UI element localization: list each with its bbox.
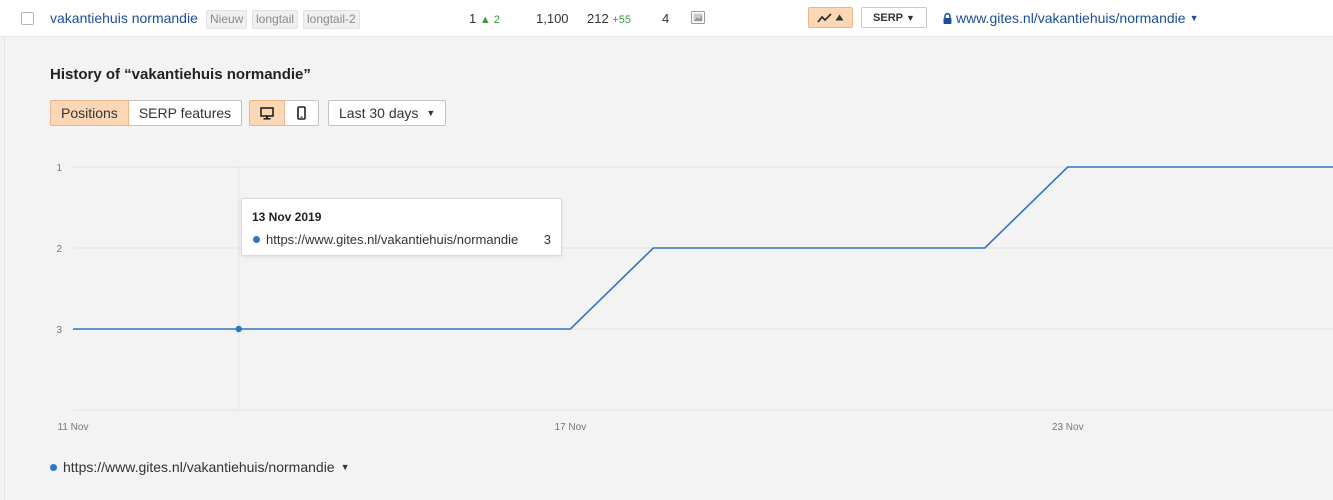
y-tick-label: 2 <box>56 244 62 255</box>
mobile-button[interactable] <box>285 100 319 126</box>
metric-toggle: Positions SERP features <box>50 100 243 126</box>
x-tick-label: 23 Nov <box>1052 422 1084 433</box>
serp-button[interactable]: SERP ▼ <box>861 7 927 28</box>
tag-nieuw[interactable]: Nieuw <box>206 10 248 29</box>
tab-positions[interactable]: Positions <box>50 100 129 126</box>
tooltip-url: https://www.gites.nl/vakantiehuis/norman… <box>266 232 519 247</box>
keyword-link[interactable]: vakantiehuis normandie <box>50 10 198 26</box>
serp-button-label: SERP <box>873 11 904 24</box>
serp-image-icon[interactable] <box>691 11 705 29</box>
position-change: ▲ 2 <box>479 14 500 26</box>
keyword-row: vakantiehuis normandie Nieuw longtail lo… <box>0 0 1333 37</box>
traffic-number: 212 <box>587 11 609 26</box>
caret-down-icon: ▼ <box>906 12 915 23</box>
x-tick-label: 17 Nov <box>555 422 587 433</box>
row-checkbox[interactable] <box>21 12 34 25</box>
trend-chart-icon <box>817 12 832 23</box>
date-range-select[interactable]: Last 30 days ▼ <box>328 100 447 126</box>
kd-value: 4 <box>662 11 670 26</box>
desktop-icon <box>260 106 274 120</box>
position-value: 1 ▲ 2 <box>469 11 500 26</box>
position-history-button[interactable] <box>808 7 853 28</box>
history-title: History of “vakantiehuis normandie” <box>50 66 311 83</box>
y-tick-label: 1 <box>56 163 62 174</box>
ranking-url-link[interactable]: www.gites.nl/vakantiehuis/normandie ▼ <box>943 10 1199 26</box>
tooltip-date: 13 Nov 2019 <box>252 210 322 224</box>
tooltip-value: 3 <box>543 232 551 247</box>
chart-legend[interactable]: https://www.gites.nl/vakantiehuis/norman… <box>50 459 350 475</box>
legend-dot <box>50 463 57 471</box>
date-range-label: Last 30 days <box>339 105 419 121</box>
tag-longtail-2[interactable]: longtail-2 <box>303 10 360 29</box>
volume-value: 1,100 <box>536 11 569 26</box>
lock-icon <box>943 12 952 24</box>
ranking-url-text: www.gites.nl/vakantiehuis/normandie <box>956 10 1186 26</box>
mobile-icon <box>297 106 306 120</box>
legend-label: https://www.gites.nl/vakantiehuis/norman… <box>63 459 335 475</box>
desktop-button[interactable] <box>249 100 285 126</box>
tag-longtail[interactable]: longtail <box>252 10 299 29</box>
url-dropdown-icon[interactable]: ▼ <box>1190 13 1199 23</box>
position-history-chart: 1 2 3 11 Nov 17 Nov 23 Nov <box>56 163 1333 433</box>
position-number: 1 <box>469 11 477 26</box>
traffic-change: +55 <box>612 14 631 26</box>
chart-tooltip: 13 Nov 2019 https://www.gites.nl/vakanti… <box>241 198 562 256</box>
caret-down-icon: ▼ <box>426 108 436 118</box>
caret-up-icon <box>835 14 844 21</box>
tooltip-series-dot <box>253 236 260 243</box>
x-tick-label: 11 Nov <box>58 422 89 433</box>
highlight-point <box>235 325 242 333</box>
traffic-value: 212 +55 <box>587 11 631 26</box>
y-tick-label: 3 <box>56 325 62 336</box>
caret-down-icon: ▼ <box>340 462 350 472</box>
device-toggle <box>249 100 319 126</box>
tab-serp-features[interactable]: SERP features <box>128 100 243 126</box>
